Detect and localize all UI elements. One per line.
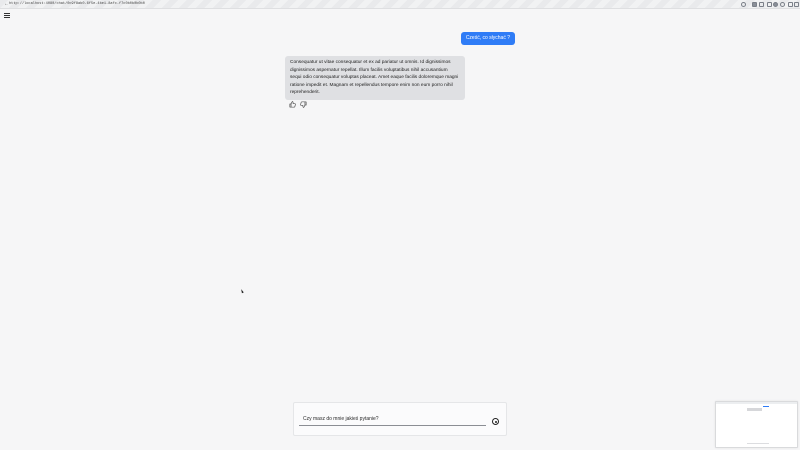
- bot-message-bubble: Consequatur ut vitae consequatur et ex a…: [285, 56, 465, 100]
- key-icon[interactable]: [741, 2, 746, 7]
- hamburger-icon[interactable]: [4, 13, 10, 18]
- message-feedback: [289, 101, 307, 108]
- address-url[interactable]: http://localhost:4080/chat/0c9f8ab0-6f5e…: [9, 1, 145, 8]
- browser-address-bar: ← http://localhost:4080/chat/0c9f8ab0-6f…: [0, 0, 800, 9]
- tab-icon[interactable]: [759, 2, 764, 7]
- preview-input: [747, 443, 769, 445]
- preview-top-bar: [716, 402, 797, 404]
- send-button[interactable]: [492, 418, 499, 425]
- profile-icon[interactable]: [773, 2, 778, 7]
- preview-user-bubble: [763, 406, 769, 408]
- window-icon[interactable]: [794, 2, 799, 7]
- question-input[interactable]: [299, 412, 486, 426]
- message-composer: [293, 402, 507, 436]
- mouse-cursor: [240, 288, 244, 294]
- preview-bot-bubble: [747, 408, 762, 411]
- extension-icon[interactable]: [752, 2, 757, 7]
- send-icon: [494, 420, 497, 423]
- screen-preview-thumbnail[interactable]: [715, 401, 798, 448]
- thumbs-down-icon[interactable]: [300, 101, 307, 108]
- reader-icon[interactable]: [767, 2, 772, 7]
- user-message-bubble: Cześć, co słychać ?: [460, 32, 515, 45]
- settings-icon[interactable]: [780, 2, 785, 7]
- thumbs-up-icon[interactable]: [289, 101, 296, 108]
- sidebar-icon[interactable]: [788, 2, 793, 7]
